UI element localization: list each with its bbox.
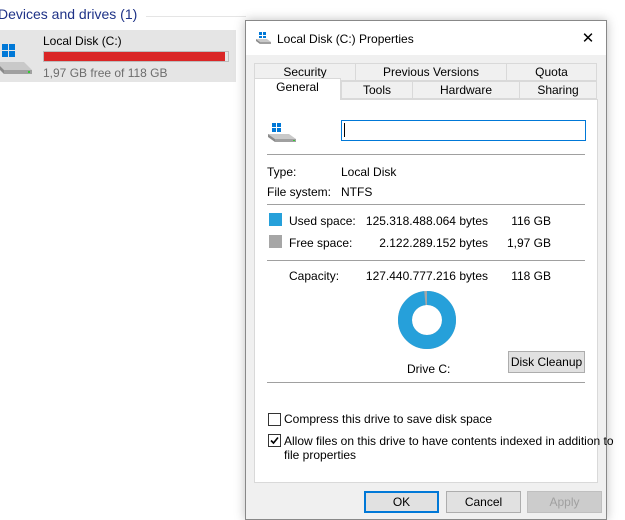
dialog-titlebar[interactable]: Local Disk (C:) Properties ✕ bbox=[246, 21, 606, 55]
used-space-size: 116 GB bbox=[511, 214, 551, 228]
tab-previous-versions[interactable]: Previous Versions bbox=[355, 63, 507, 81]
tab-tools[interactable]: Tools bbox=[341, 81, 413, 99]
free-space-size: 1,97 GB bbox=[506, 236, 551, 250]
ok-button[interactable]: OK bbox=[364, 491, 439, 513]
drive-tile-local-disk-c[interactable]: Local Disk (C:) 1,97 GB free of 118 GB bbox=[0, 30, 236, 82]
drive-usage-donut bbox=[398, 291, 456, 349]
index-label-line2: file properties bbox=[284, 448, 357, 462]
tab-hardware[interactable]: Hardware bbox=[412, 81, 520, 99]
drive-name: Local Disk (C:) bbox=[43, 34, 122, 48]
type-value: Local Disk bbox=[341, 165, 397, 179]
drive-large-icon bbox=[267, 122, 299, 147]
used-space-swatch bbox=[269, 213, 282, 226]
devices-section-title: Devices and drives (1) bbox=[0, 6, 138, 22]
type-label: Type: bbox=[267, 165, 297, 179]
free-space-bytes: 2.122.289.152 bytes bbox=[379, 236, 488, 250]
close-icon: ✕ bbox=[581, 30, 595, 47]
apply-button: Apply bbox=[527, 491, 602, 513]
drive-usage-fill bbox=[44, 52, 225, 61]
separator bbox=[267, 260, 585, 261]
hard-drive-icon bbox=[0, 42, 34, 79]
properties-dialog: Local Disk (C:) Properties ✕ Security Pr… bbox=[245, 20, 614, 520]
separator bbox=[267, 382, 585, 383]
section-divider bbox=[146, 16, 246, 17]
dialog-title: Local Disk (C:) Properties bbox=[277, 32, 414, 46]
tab-quota[interactable]: Quota bbox=[506, 63, 597, 81]
disk-cleanup-button[interactable]: Disk Cleanup bbox=[508, 351, 585, 373]
donut-used-arc bbox=[398, 291, 456, 349]
index-checkbox[interactable] bbox=[268, 434, 281, 447]
capacity-label: Capacity: bbox=[289, 269, 340, 283]
free-space-swatch bbox=[269, 235, 282, 248]
tab-sharing[interactable]: Sharing bbox=[519, 81, 597, 99]
cancel-button[interactable]: Cancel bbox=[446, 491, 521, 513]
drive-name-input[interactable] bbox=[341, 120, 586, 141]
filesystem-value: NTFS bbox=[341, 185, 373, 199]
filesystem-label: File system: bbox=[267, 185, 332, 199]
compress-label: Compress this drive to save disk space bbox=[284, 412, 493, 426]
compress-checkbox[interactable] bbox=[268, 413, 281, 426]
separator bbox=[267, 204, 585, 205]
used-space-label: Used space: bbox=[289, 214, 356, 228]
used-space-bytes: 125.318.488.064 bytes bbox=[365, 214, 488, 228]
drive-letter-label: Drive C: bbox=[407, 362, 451, 376]
index-label-line1: Allow files on this drive to have conten… bbox=[284, 434, 614, 448]
checkmark-icon bbox=[270, 436, 279, 445]
drive-title-icon bbox=[256, 31, 272, 48]
drive-usage-bar bbox=[43, 51, 229, 62]
separator bbox=[267, 154, 585, 155]
free-space-label: Free space: bbox=[289, 236, 353, 250]
general-tab-panel: Type: Local Disk File system: NTFS Used … bbox=[254, 99, 614, 483]
text-caret bbox=[344, 123, 345, 137]
tab-general[interactable]: General bbox=[254, 78, 341, 100]
close-button[interactable]: ✕ bbox=[570, 21, 606, 55]
capacity-bytes: 127.440.777.216 bytes bbox=[365, 269, 488, 283]
capacity-size: 118 GB bbox=[511, 269, 551, 283]
drive-free-text: 1,97 GB free of 118 GB bbox=[43, 66, 168, 80]
